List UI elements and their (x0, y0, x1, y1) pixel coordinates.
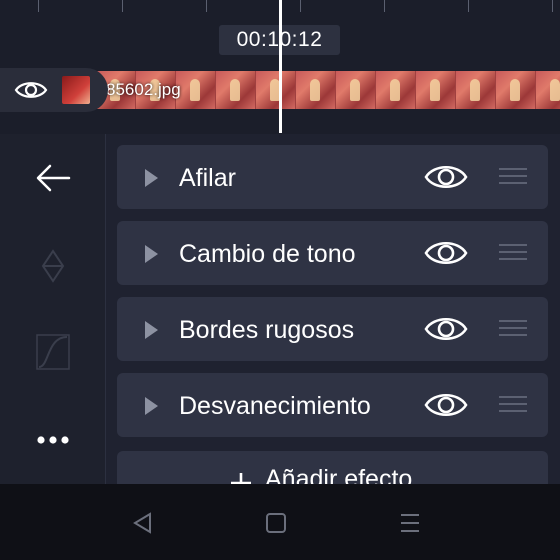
expand-triangle-icon[interactable] (145, 321, 158, 339)
nav-back-button[interactable] (122, 506, 162, 540)
clip-frame (456, 71, 496, 109)
nav-recents-button[interactable] (390, 506, 430, 540)
visibility-eye-icon[interactable] (14, 79, 48, 101)
effect-label: Cambio de tono (179, 240, 356, 268)
timeline[interactable]: 00:10:12 85602.jpg (0, 0, 560, 134)
expand-triangle-icon[interactable] (145, 245, 158, 263)
ruler-tick (468, 0, 469, 12)
effect-row-desvanecimiento[interactable]: Desvanecimiento (117, 373, 548, 437)
effect-label: Bordes rugosos (179, 316, 355, 344)
ruler-tick (122, 0, 123, 12)
back-button[interactable] (28, 158, 78, 198)
effect-row-afilar[interactable]: Afilar (117, 145, 548, 209)
eye-icon[interactable] (423, 313, 469, 345)
clip-frame (216, 71, 256, 109)
ruler-tick (300, 0, 301, 12)
nav-home-button[interactable] (256, 506, 296, 540)
effect-row-cambio-de-tono[interactable]: Cambio de tono (117, 221, 548, 285)
expand-triangle-icon[interactable] (145, 169, 158, 187)
home-square-icon (266, 513, 286, 533)
clip-frame (376, 71, 416, 109)
back-triangle-icon (133, 512, 151, 534)
ruler-tick (38, 0, 39, 12)
eye-icon[interactable] (423, 389, 469, 421)
clip-frame (536, 71, 560, 109)
drag-handle-icon[interactable] (499, 396, 527, 417)
effect-label: Afilar (179, 164, 236, 192)
curve-icon (36, 334, 70, 370)
clip-frame (416, 71, 456, 109)
eye-icon[interactable] (423, 237, 469, 269)
drag-handle-icon[interactable] (499, 244, 527, 265)
drag-handle-icon[interactable] (499, 320, 527, 341)
back-arrow-icon (36, 164, 71, 192)
playhead[interactable] (279, 0, 282, 133)
clip-frame (336, 71, 376, 109)
effect-label: Desvanecimiento (179, 392, 371, 420)
app-window: 00:10:12 85602.jpg (0, 0, 560, 560)
effect-row-bordes-rugosos[interactable]: Bordes rugosos (117, 297, 548, 361)
ruler-tick (384, 0, 385, 12)
ruler-tick (206, 0, 207, 12)
curve-button[interactable] (28, 332, 78, 372)
clip-frame (296, 71, 336, 109)
keyframe-button[interactable] (28, 246, 78, 286)
system-navigation-bar (0, 484, 560, 560)
clip-frame (176, 71, 216, 109)
ruler-tick (552, 0, 553, 12)
more-button[interactable] (28, 420, 78, 460)
clip-name: 85602.jpg (106, 80, 181, 99)
drag-handle-icon[interactable] (499, 168, 527, 189)
more-dots-icon (37, 436, 69, 444)
clip-frame (496, 71, 536, 109)
effects-sidebar (0, 134, 106, 484)
recents-menu-icon (401, 514, 419, 532)
clip-frame (256, 71, 296, 109)
expand-triangle-icon[interactable] (145, 397, 158, 415)
eye-icon[interactable] (423, 161, 469, 193)
clip-header[interactable] (0, 68, 108, 112)
keyframe-diamond-icon (41, 249, 65, 283)
clip-thumbnail (62, 76, 90, 104)
